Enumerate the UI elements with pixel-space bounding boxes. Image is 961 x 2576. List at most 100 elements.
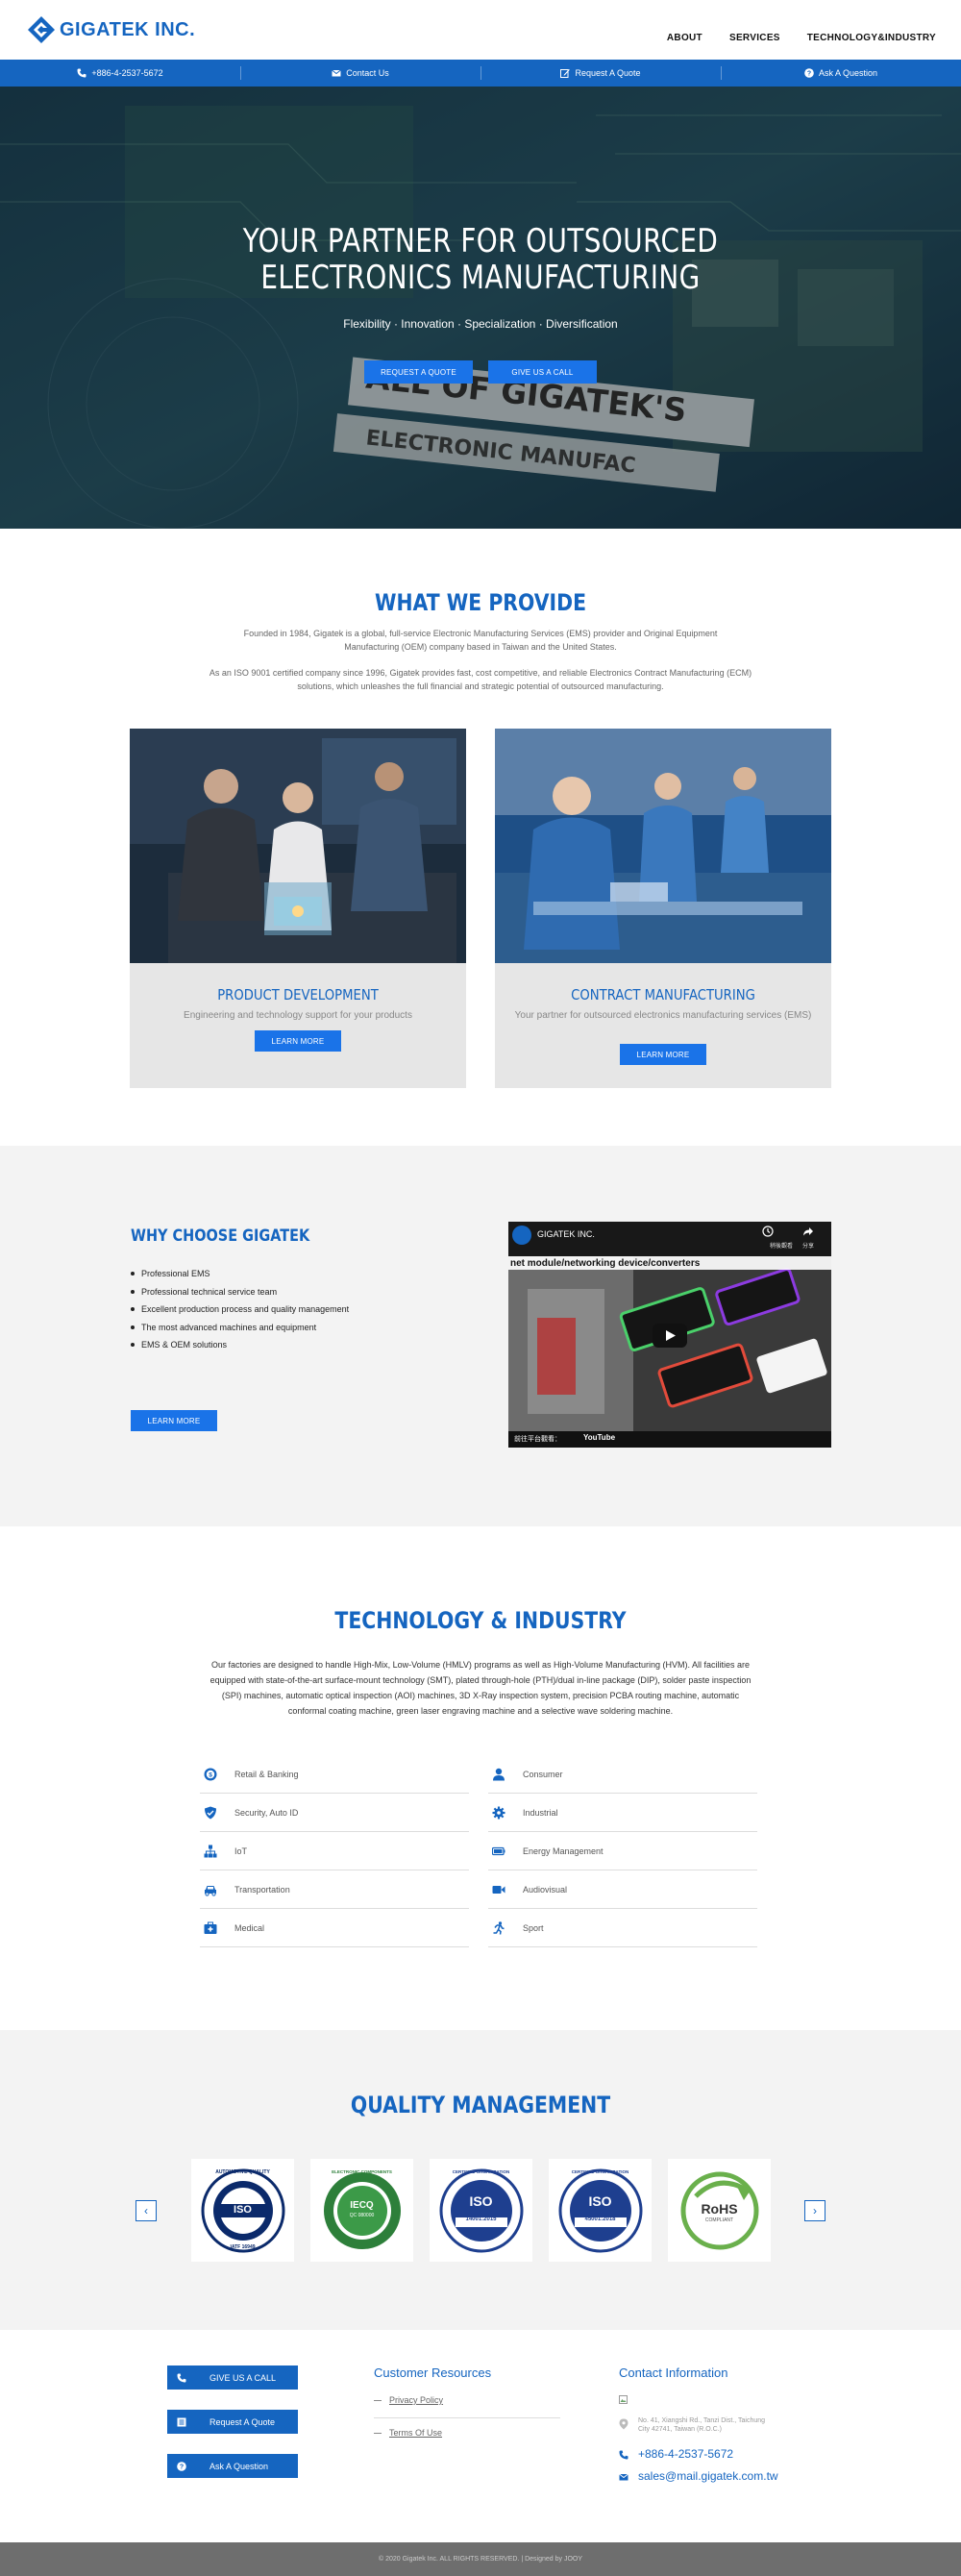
- industry-audiovisual: Audiovisual: [488, 1870, 757, 1909]
- footer-call-button[interactable]: GIVE US A CALL: [167, 2365, 298, 2390]
- privacy-policy-link[interactable]: Privacy Policy: [374, 2395, 560, 2405]
- industry-label: Transportation: [234, 1884, 290, 1895]
- cert-iatf-16949[interactable]: ISO AUTOMOTIVE QUALITY IATF 16949: [191, 2159, 294, 2262]
- product-development-subtitle: Engineering and technology support for y…: [184, 1010, 412, 1021]
- request-quote-button[interactable]: REQUEST A QUOTE: [364, 360, 473, 384]
- logo-mark-icon: [28, 16, 55, 43]
- cert-code: 45001:2018: [584, 2217, 616, 2222]
- quality-title: QUALITY MANAGEMENT: [350, 2092, 611, 2118]
- topbar-ask-label: Ask A Question: [818, 68, 878, 78]
- nav-services[interactable]: SERVICES: [729, 33, 780, 43]
- video-watch-later[interactable]: 稍後觀看: [770, 1241, 793, 1250]
- industry-label: Security, Auto ID: [234, 1807, 299, 1818]
- industry-medical: Medical: [200, 1909, 469, 1947]
- cert-iecq[interactable]: IECQ QC 080000 ELECTRONIC COMPONENTS: [310, 2159, 413, 2262]
- footer-ask-button[interactable]: ? Ask A Question: [167, 2454, 298, 2478]
- provide-title: WHAT WE PROVIDE: [374, 589, 587, 616]
- why-choose-section: WHY CHOOSE GIGATEK Professional EMS Prof…: [0, 1146, 961, 1526]
- running-icon: [493, 1920, 505, 1935]
- cert-label: ISO: [234, 2204, 252, 2216]
- video-player[interactable]: GIGATEK INC. 稍後觀看 分享 net module/networki…: [508, 1222, 831, 1448]
- video-share[interactable]: 分享: [802, 1241, 814, 1250]
- copyright-bar: © 2020 Gigatek Inc. ALL RIGHTS RESERVED.…: [0, 2542, 961, 2576]
- footer-quote-button[interactable]: Request A Quote: [167, 2410, 298, 2434]
- cert-iso-45001[interactable]: ISO 45001:2018 CERTIFIED ORGANIZATION: [549, 2159, 652, 2262]
- why-title: WHY CHOOSE GIGATEK: [131, 1226, 310, 1246]
- youtube-logo[interactable]: YouTube: [583, 1433, 615, 1442]
- clock-icon: [762, 1226, 774, 1237]
- footer-email-link[interactable]: sales@mail.gigatek.com.tw: [638, 2469, 778, 2483]
- play-icon[interactable]: [653, 1324, 687, 1348]
- lab-photo: [130, 729, 466, 963]
- why-item: Professional technical service team: [131, 1283, 349, 1301]
- footer-quote-label: Request A Quote: [209, 2416, 276, 2427]
- hero-title-line-1: YOUR PARTNER FOR OUTSOURCED: [242, 222, 719, 260]
- industry-label: Energy Management: [523, 1845, 604, 1856]
- contract-manufacturing-title: CONTRACT MANUFACTURING: [571, 986, 755, 1003]
- carousel-prev-button[interactable]: ‹: [136, 2200, 157, 2221]
- contract-manufacturing-card: CONTRACT MANUFACTURING Your partner for …: [495, 729, 831, 1088]
- topbar-ask[interactable]: ? Ask A Question: [721, 60, 961, 87]
- cert-rohs[interactable]: RoHS COMPLIANT: [668, 2159, 771, 2262]
- cert-label: ISO: [469, 2193, 493, 2209]
- footer-divider: [374, 2417, 560, 2418]
- why-item: EMS & OEM solutions: [131, 1336, 349, 1354]
- why-learn-more-button[interactable]: LEARN MORE: [131, 1410, 217, 1431]
- why-item: The most advanced machines and equipment: [131, 1319, 349, 1337]
- footer-address: No. 41, Xiangshi Rd., Tanzi Dist., Taich…: [638, 2417, 766, 2433]
- cert-label: ISO: [588, 2193, 612, 2209]
- privacy-policy-label: Privacy Policy: [389, 2395, 444, 2405]
- logo-text: GIGATEK INC.: [60, 18, 196, 40]
- video-channel-name: GIGATEK INC.: [537, 1229, 595, 1239]
- carousel-next-button[interactable]: ›: [804, 2200, 825, 2221]
- provide-paragraph-1: Founded in 1984, Gigatek is a global, fu…: [243, 629, 718, 652]
- network-icon: [204, 1845, 217, 1857]
- question-circle-icon: ?: [177, 2461, 186, 2471]
- give-us-a-call-button[interactable]: GIVE US A CALL: [488, 360, 597, 384]
- industry-retail-banking: $ Retail & Banking: [200, 1755, 469, 1794]
- nav-about[interactable]: ABOUT: [667, 33, 702, 43]
- battery-icon: [492, 1846, 505, 1855]
- factory-photo: [495, 729, 831, 963]
- contract-manufacturing-learn-more-button[interactable]: LEARN MORE: [620, 1044, 706, 1065]
- medkit-icon: [204, 1921, 217, 1934]
- cert-ring-text: AUTOMOTIVE QUALITY: [215, 2169, 270, 2175]
- site-header: GIGATEK INC. ABOUT SERVICES TECHNOLOGY&I…: [0, 0, 961, 60]
- product-development-learn-more-button[interactable]: LEARN MORE: [255, 1030, 341, 1052]
- copyright-text: © 2020 Gigatek Inc. ALL RIGHTS RESERVED.…: [378, 2556, 582, 2563]
- topbar-contact[interactable]: Contact Us: [240, 60, 480, 87]
- phone-icon: [177, 2373, 186, 2382]
- gear-icon: [492, 1806, 505, 1819]
- topbar-quote[interactable]: Request A Quote: [480, 60, 721, 87]
- logo[interactable]: GIGATEK INC.: [27, 15, 195, 44]
- why-list: Professional EMS Professional technical …: [131, 1265, 349, 1354]
- terms-of-use-link[interactable]: Terms Of Use: [374, 2428, 560, 2438]
- broken-image-icon: [619, 2395, 628, 2404]
- why-item: Excellent production process and quality…: [131, 1300, 349, 1319]
- main-nav: ABOUT SERVICES TECHNOLOGY&INDUSTRY: [640, 33, 936, 43]
- cert-iso-14001[interactable]: ISO 14001:2015 CERTIFIED ORGANIZATION: [430, 2159, 532, 2262]
- topbar-phone[interactable]: +886-4-2537-5672: [0, 60, 240, 87]
- industry-security: Security, Auto ID: [200, 1794, 469, 1832]
- tech-title: TECHNOLOGY & INDUSTRY: [334, 1607, 627, 1634]
- industry-iot: IoT: [200, 1832, 469, 1870]
- industry-label: Sport: [523, 1922, 544, 1933]
- industry-consumer: Consumer: [488, 1755, 757, 1794]
- industry-sport: Sport: [488, 1909, 757, 1947]
- contact-bar: +886-4-2537-5672 Contact Us Request A Qu…: [0, 60, 961, 87]
- industry-industrial: Industrial: [488, 1794, 757, 1832]
- industry-label: Consumer: [523, 1769, 563, 1779]
- product-development-image: [130, 729, 466, 963]
- envelope-icon: [619, 2473, 628, 2481]
- tech-paragraph: Our factories are designed to handle Hig…: [209, 1660, 752, 1716]
- topbar-quote-label: Request A Quote: [575, 68, 641, 78]
- edit-icon: [560, 69, 571, 78]
- nav-technology-industry[interactable]: TECHNOLOGY&INDUSTRY: [807, 33, 936, 43]
- cert-code: QC 080000: [349, 2213, 375, 2218]
- industry-label: Retail & Banking: [234, 1769, 299, 1779]
- footer-phone-link[interactable]: +886-4-2537-5672: [638, 2447, 733, 2461]
- contact-information-title: Contact Information: [619, 2365, 728, 2380]
- car-icon: [205, 1885, 216, 1896]
- industry-label: IoT: [234, 1845, 248, 1856]
- svg-text:?: ?: [807, 71, 811, 78]
